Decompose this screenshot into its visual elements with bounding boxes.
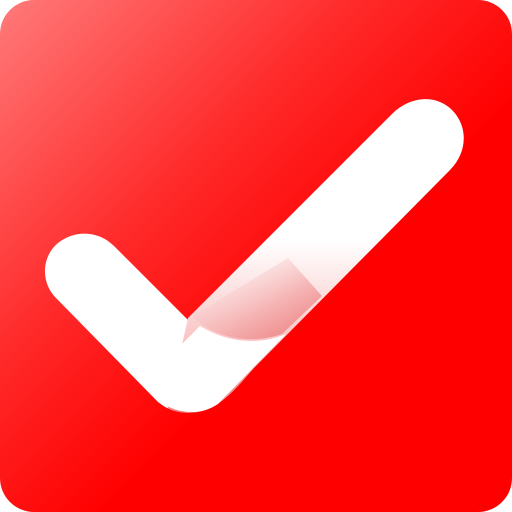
checkmark-icon-graphic [0, 0, 512, 512]
app-icon [0, 0, 512, 512]
